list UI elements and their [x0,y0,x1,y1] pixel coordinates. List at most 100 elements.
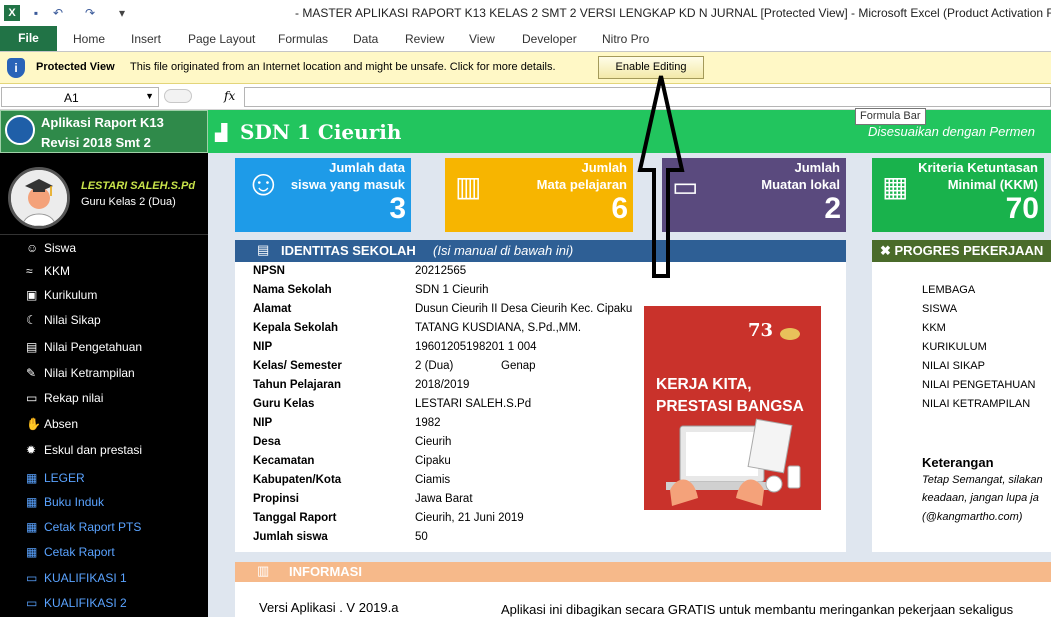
sidebar-item-label: Nilai Sikap [44,313,101,327]
sidebar-item-label: Buku Induk [44,495,105,509]
card-line1: Jumlah data [329,160,405,175]
tab-view[interactable]: View [469,32,495,46]
card-line1: Kriteria Ketuntasan [918,160,1038,175]
sidebar-item-label: LEGER [44,471,85,485]
card-value: 2 [824,192,841,225]
shield-icon: i [7,58,25,78]
sidebar-item-eskul[interactable]: ✹ Eskul dan prestasi [26,443,142,461]
card-jumlah-mapel: ▥ Jumlah Mata pelajaran 6 [445,158,633,232]
sidebar-item-rekap-nilai[interactable]: ▭ Rekap nilai [26,391,103,409]
tab-nitro-pro[interactable]: Nitro Pro [602,32,649,46]
card-line2: Minimal (KKM) [947,177,1038,192]
insert-function-button[interactable]: fx [224,89,235,103]
sidebar-item-label: Cetak Raport PTS [44,520,142,534]
sidebar-item-kurikulum[interactable]: ▣ Kurikulum [26,288,97,306]
laptop-illustration-icon [666,418,801,506]
pencil-icon: ✎ [26,366,37,380]
identity-label: Kecamatan [253,455,315,467]
sitemap-icon: ▦ [26,495,38,509]
progress-title: ✖ PROGRES PEKERJAAN [880,243,1043,259]
sidebar-item-nilai-ketrampilan[interactable]: ✎ Nilai Ketrampilan [26,366,135,384]
protected-view-message[interactable]: This file originated from an Internet lo… [130,61,556,73]
sidebar-item-siswa[interactable]: ☺ Siswa [26,241,76,259]
tab-formulas[interactable]: Formulas [278,32,328,46]
sidebar-item-label: Nilai Pengetahuan [44,340,143,354]
sidebar-item-label: Siswa [44,241,77,255]
wave-icon: ≈ [26,264,33,278]
tab-insert[interactable]: Insert [131,32,161,46]
redo-icon[interactable]: ↷ [82,5,98,21]
formula-bar-resize-handle[interactable] [164,89,192,103]
hut-ri-logo-icon: 73 [748,320,774,341]
header-subtitle: Disesuaikan dengan Permen [868,124,1035,139]
app-title-line1: Aplikasi Raport K13 [41,115,164,130]
identity-label: Tanggal Raport [253,512,337,524]
poster-text: KERJA KITA, PRESTASI BANGSA [656,374,804,418]
card-jumlah-siswa: ☺ Jumlah data siswa yang masuk 3 [235,158,411,232]
sidebar-item-nilai-sikap[interactable]: ☾ Nilai Sikap [26,313,101,331]
identity-value: TATANG KUSDIANA, S.Pd.,MM. [415,322,582,334]
tools-icon: ✖ [880,243,895,258]
sidebar-item-label: Cetak Raport [44,545,115,559]
keterangan-line: keadaan, jangan lupa ja [922,492,1039,504]
graduate-avatar-icon [11,170,67,226]
tab-home[interactable]: Home [73,32,105,46]
avatar [8,167,70,229]
image-icon: ▭ [26,596,38,610]
sidebar-item-cetak-raport[interactable]: ▦ Cetak Raport [26,545,115,563]
formula-bar: A1 ▼ fx [0,84,1051,110]
tab-review[interactable]: Review [405,32,444,46]
save-icon[interactable]: ▪ [28,5,44,21]
sidebar-item-kkm[interactable]: ≈ KKM [26,264,70,282]
sidebar-item-kualifikasi-1[interactable]: ▭ KUALIFIKASI 1 [26,571,127,589]
tab-page-layout[interactable]: Page Layout [188,32,255,46]
protected-view-bar: i Protected View This file originated fr… [0,52,1051,84]
hand-icon: ✋ [26,417,41,431]
identity-value: 2018/2019 [415,379,470,391]
progress-header: ✖ PROGRES PEKERJAAN [872,240,1051,262]
informasi-header: ▥ INFORMASI [235,562,1051,582]
book-icon: ▥ [257,563,270,578]
sidebar-item-label: Nilai Ketrampilan [44,366,135,380]
sidebar-item-buku-induk[interactable]: ▦ Buku Induk [26,495,104,513]
keterangan-line: (@kangmartho.com) [922,511,1023,523]
identity-value: Ciamis [415,474,451,486]
name-box[interactable]: A1 ▼ [1,87,159,107]
sidebar-item-nilai-pengetahuan[interactable]: ▤ Nilai Pengetahuan [26,340,142,358]
sidebar-item-leger[interactable]: ▦ LEGER [26,471,85,489]
tab-developer[interactable]: Developer [522,32,577,46]
book-icon: ▤ [26,340,38,354]
undo-icon[interactable]: ↶ [50,5,66,21]
poster-line2: PRESTASI BANGSA [656,398,804,415]
identity-label: NIP [253,341,273,353]
sidebar-item-label: KUALIFIKASI 1 [44,571,127,585]
customize-qat-icon[interactable]: ▾ [114,5,130,21]
tab-data[interactable]: Data [353,32,378,46]
card-value: 70 [1005,192,1039,225]
identity-value: 50 [415,531,428,543]
sidebar: Aplikasi Raport K13 Revisi 2018 Smt 2 LE… [0,110,208,617]
file-tab[interactable]: File [0,26,57,51]
board-icon: ▣ [26,288,38,302]
identity-value: 19601205198201 1 004 [415,341,537,353]
sidebar-item-cetak-raport-pts[interactable]: ▦ Cetak Raport PTS [26,520,141,538]
protected-view-title: Protected View [36,61,115,73]
identity-label: Guru Kelas [253,398,315,410]
smiley-icon: ☺ [26,241,39,255]
formula-controls: fx [162,87,240,107]
sidebar-item-kualifikasi-2[interactable]: ▭ KUALIFIKASI 2 [26,596,127,614]
window-title: - MASTER APLIKASI RAPORT K13 KELAS 2 SMT… [295,6,1051,20]
excel-logo-icon[interactable]: X [4,5,20,21]
chevron-down-icon[interactable]: ▼ [145,91,154,101]
worksheet[interactable]: Aplikasi Raport K13 Revisi 2018 Smt 2 LE… [0,110,1051,617]
sidebar-item-absen[interactable]: ✋ Absen [26,417,78,435]
poster-line1: KERJA KITA, [656,376,752,393]
formula-input[interactable] [244,87,1051,107]
identity-header: ▤ IDENTITAS SEKOLAH (Isi manual di bawah… [235,240,846,262]
progress-item: KKM [922,322,946,334]
sidebar-item-label: Eskul dan prestasi [44,443,143,457]
moon-icon: ☾ [26,313,37,327]
identity-label: NIP [253,417,273,429]
folder-icon: ▭ [26,391,38,405]
enable-editing-button[interactable]: Enable Editing [598,56,704,79]
